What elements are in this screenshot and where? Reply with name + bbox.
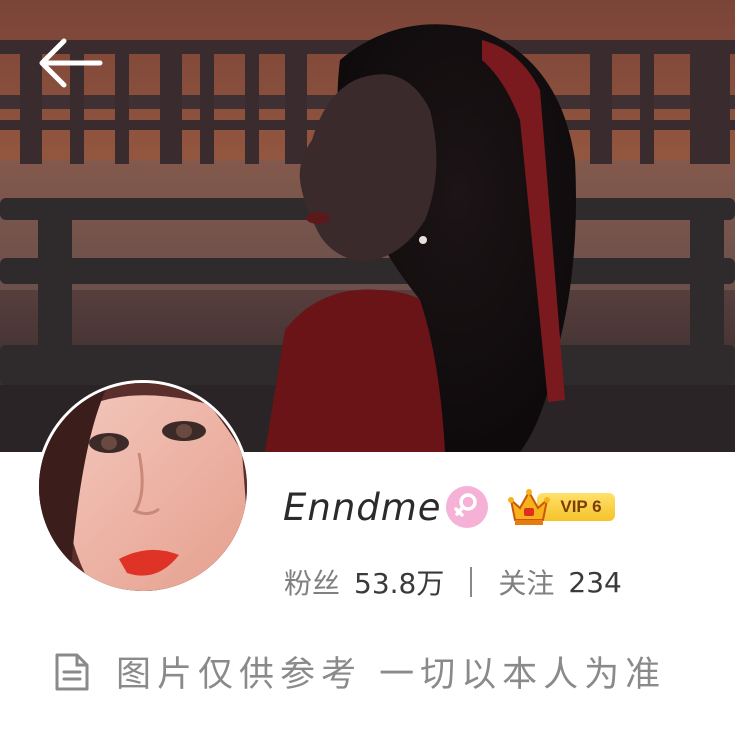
- gender-badge: [446, 486, 488, 528]
- crown-icon: [508, 489, 550, 525]
- back-button[interactable]: [34, 36, 104, 90]
- username: Enndme: [283, 486, 442, 529]
- followers-label[interactable]: 粉丝: [284, 562, 340, 602]
- disclaimer-text: 图片仅供参考 一切以本人为准: [116, 655, 667, 695]
- following-label[interactable]: 关注: [498, 562, 554, 602]
- disclaimer-notice: 图片仅供参考 一切以本人为准: [54, 646, 666, 697]
- female-icon: [454, 493, 477, 517]
- stats-divider: [470, 567, 473, 597]
- avatar-image: [39, 383, 247, 591]
- vip-badge[interactable]: VIP 6: [507, 484, 615, 528]
- following-count[interactable]: 234: [568, 566, 621, 599]
- followers-count[interactable]: 53.8万: [354, 562, 444, 602]
- arrow-left-icon: [39, 38, 103, 88]
- profile-stats: 粉丝 53.8万 关注 234: [284, 562, 622, 602]
- document-icon: [55, 653, 89, 690]
- avatar[interactable]: [36, 380, 250, 594]
